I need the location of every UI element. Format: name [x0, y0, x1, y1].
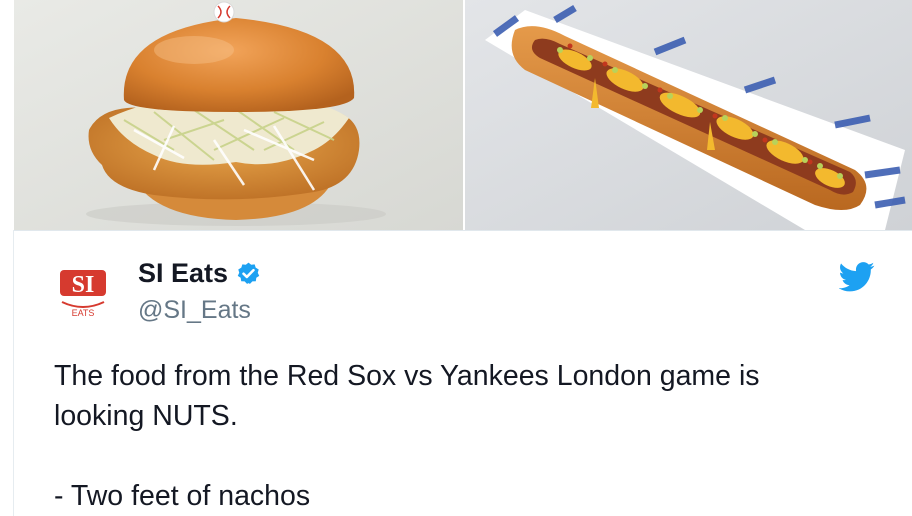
tweet-text-line: - Two feet of nachos	[54, 480, 311, 512]
tweet-card-border	[13, 230, 14, 516]
author-avatar[interactable]: SI EATS	[52, 260, 114, 322]
verified-badge-icon	[236, 261, 261, 286]
tweet-media-grid[interactable]	[14, 0, 912, 231]
tweet-text-line: The food from the Red Sox vs Yankees Lon…	[54, 360, 760, 392]
twitter-bird-icon[interactable]	[839, 262, 875, 292]
chicken-sandwich-photo[interactable]	[14, 0, 463, 230]
svg-text:EATS: EATS	[72, 308, 95, 318]
tweet-body: The food from the Red Sox vs Yankees Lon…	[54, 356, 874, 516]
loaded-hot-dog-photo[interactable]	[465, 0, 912, 230]
tweet-text-line: looking NUTS.	[54, 400, 238, 432]
author-name[interactable]: SI Eats	[138, 258, 261, 289]
author-handle[interactable]: @SI_Eats	[138, 296, 251, 325]
author-name-text[interactable]: SI Eats	[138, 258, 228, 289]
svg-text:SI: SI	[72, 272, 95, 298]
